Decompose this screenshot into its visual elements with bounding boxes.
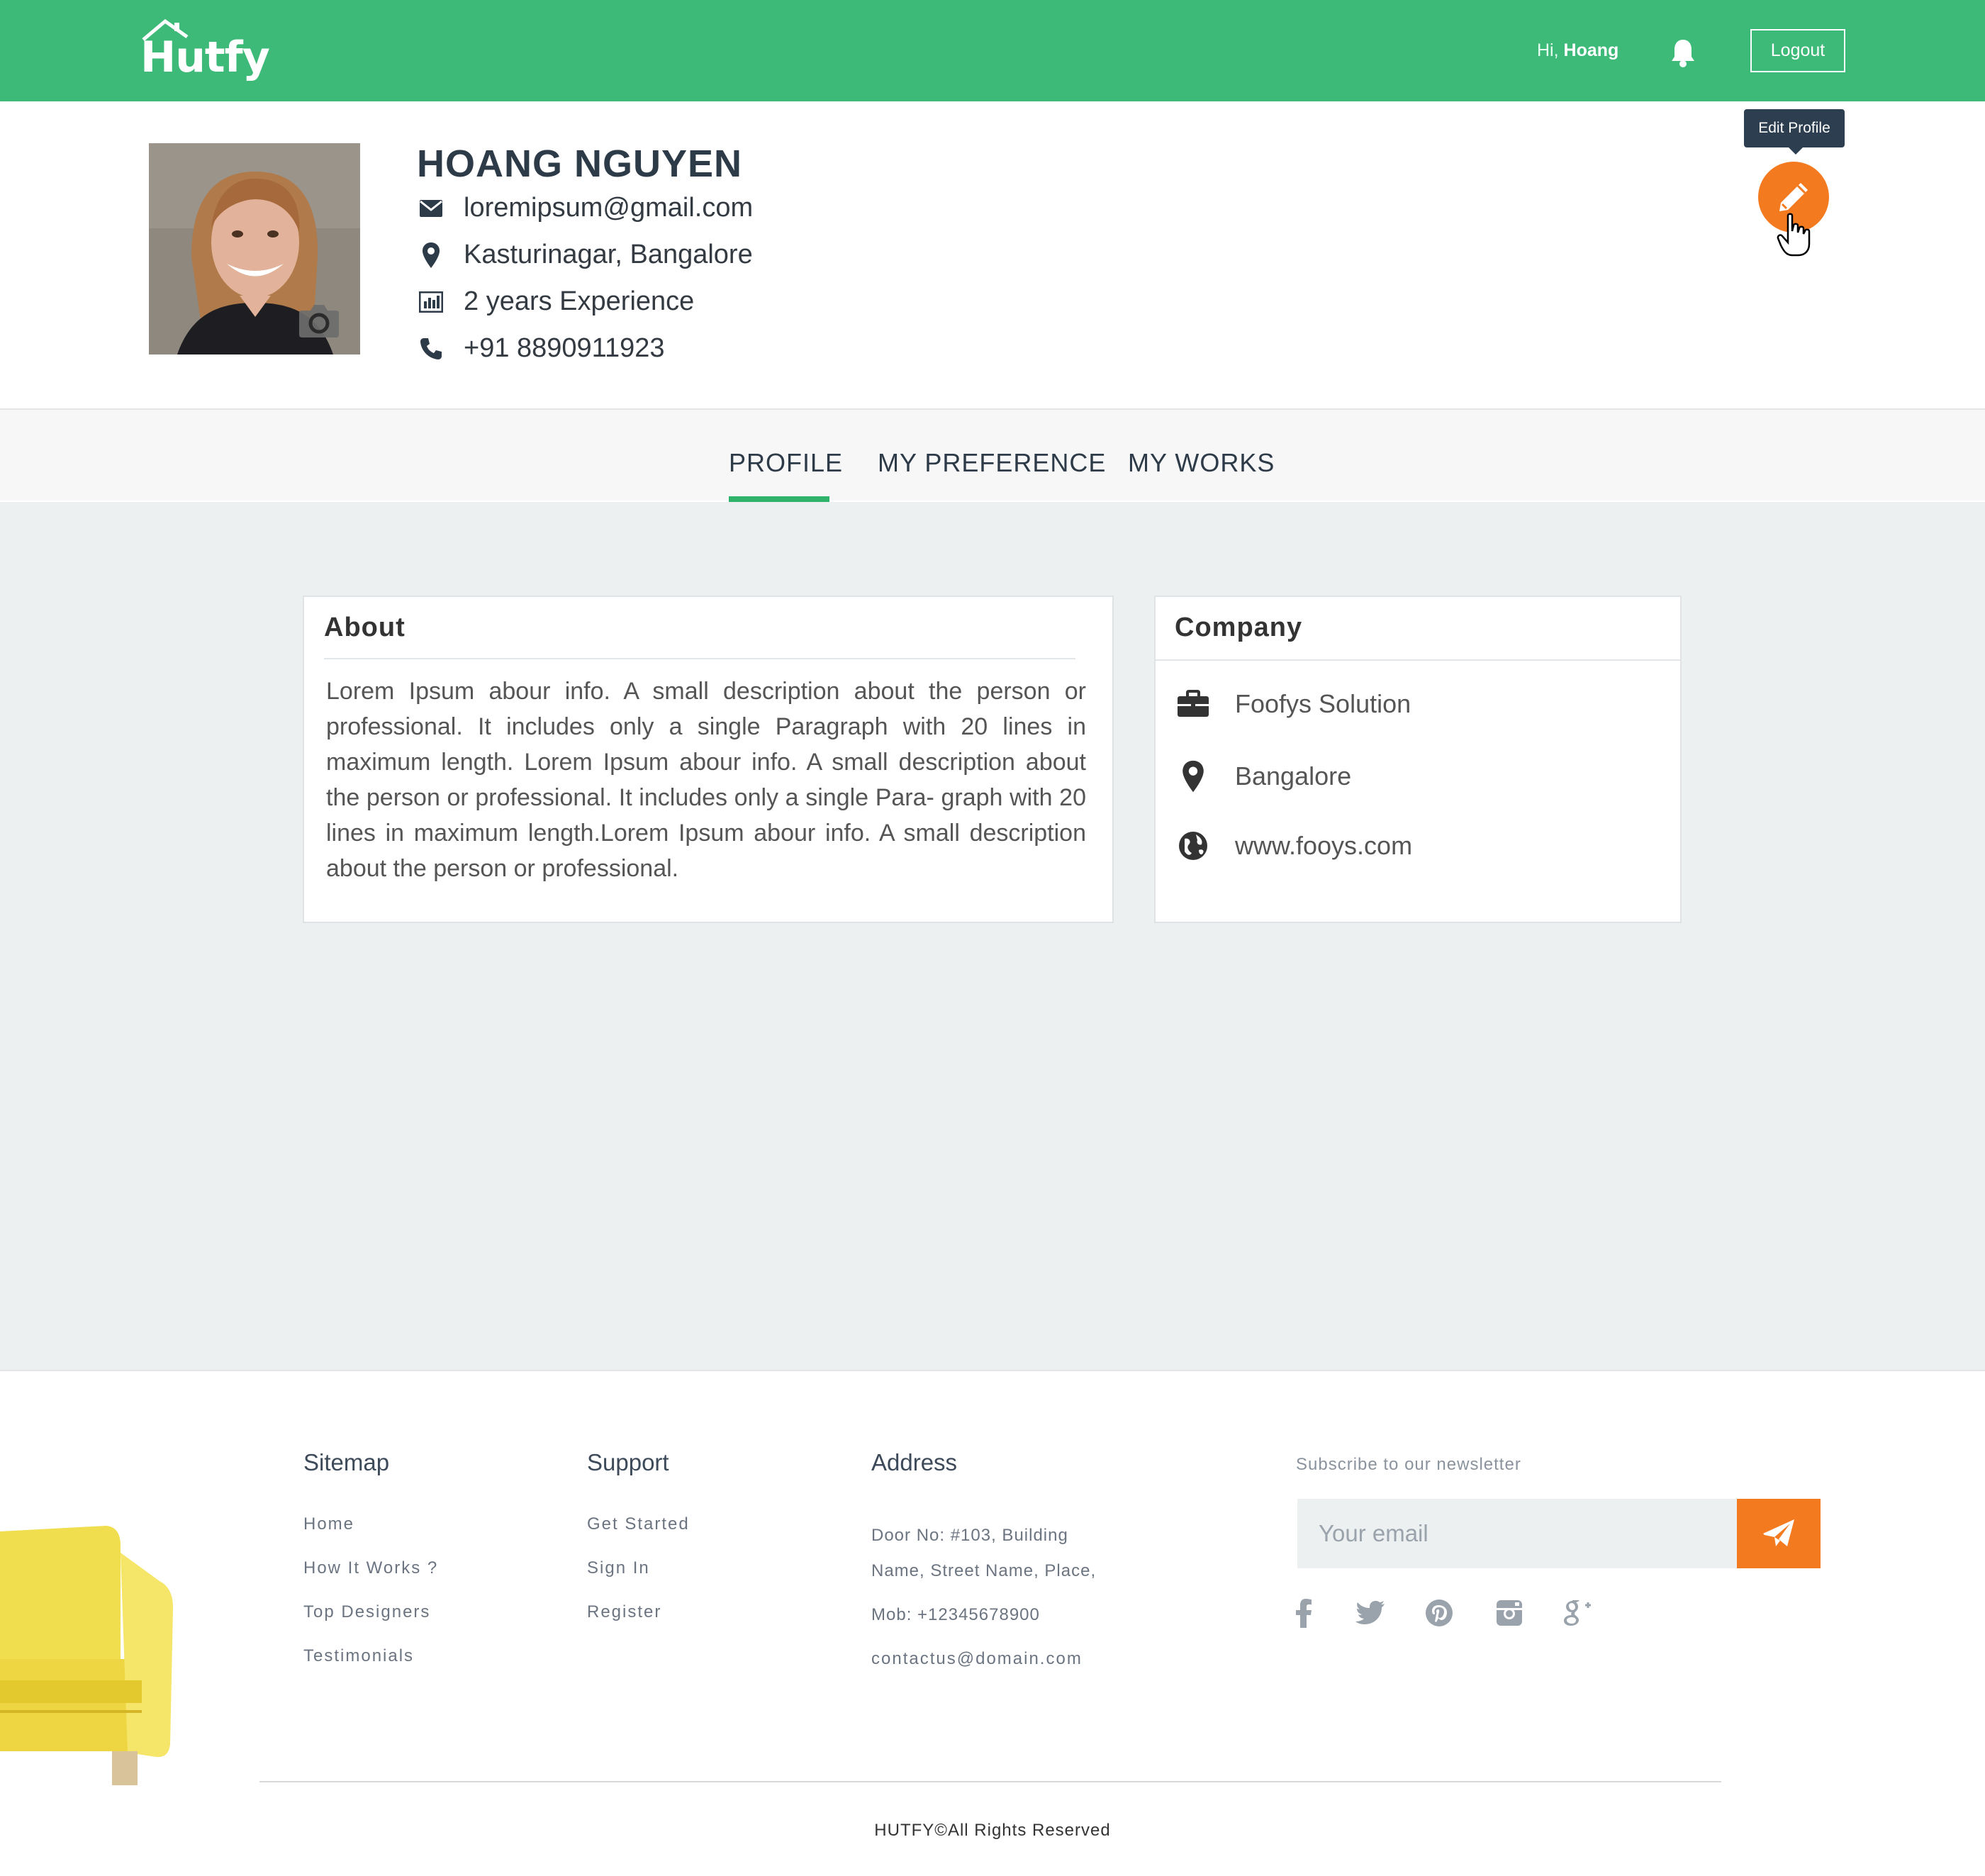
company-website[interactable]: www.fooys.com [1235,831,1412,861]
yellow-sofa-image [0,1526,174,1785]
copyright-text: HUTFY©All Rights Reserved [874,1821,1111,1840]
footer-address-line-2: Name, Street Name, Place, [871,1561,1097,1580]
newsletter-label: Subscribe to our newsletter [1296,1455,1521,1474]
footer-link-home[interactable]: Home [303,1514,354,1534]
experience-row: 2 years Experience [417,286,694,317]
greeting-prefix: Hi, [1537,40,1559,60]
profile-email: loremipsum@gmail.com [464,193,754,223]
footer-address-mobile: Mob: +12345678900 [871,1605,1040,1624]
company-title: Company [1175,613,1303,642]
facebook-icon[interactable] [1287,1597,1320,1629]
footer-link-register[interactable]: Register [587,1602,661,1622]
profile-location: Kasturinagar, Bangalore [464,240,753,269]
company-name: Foofys Solution [1235,689,1411,718]
company-name-row: Foofys Solution [1175,686,1411,722]
newsletter-send-button[interactable] [1737,1499,1821,1568]
google-plus-icon[interactable] [1562,1597,1595,1629]
footer-link-get-started[interactable]: Get Started [587,1514,690,1534]
profile-experience: 2 years Experience [464,286,695,316]
house-roof-icon [142,18,189,41]
greeting-username: Hoang [1563,40,1619,60]
phone-row: +91 8890911923 [417,333,665,364]
about-divider [324,658,1075,659]
profile-phone: +91 8890911923 [464,333,665,363]
email-row: loremipsum@gmail.com [417,193,753,223]
bar-chart-icon [417,288,445,316]
footer-link-testimonials[interactable]: Testimonials [303,1646,414,1666]
footer-address-line-1: Door No: #103, Building [871,1526,1068,1545]
about-description: Lorem Ipsum abour info. A small descript… [326,678,1086,882]
tab-my-works[interactable]: MY WORKS [1128,448,1275,478]
footer-link-top-designers[interactable]: Top Designers [303,1602,430,1622]
footer-divider [259,1781,1721,1782]
company-website-row: www.fooys.com [1175,828,1412,864]
user-greeting: Hi, Hoang [1537,40,1618,61]
bell-icon[interactable] [1669,37,1697,68]
pinterest-icon[interactable] [1423,1597,1455,1629]
pencil-icon [1779,183,1808,211]
footer-address-title: Address [871,1449,958,1475]
hutfy-logo[interactable]: Hutfy [140,18,270,82]
globe-icon [1175,828,1211,864]
footer-link-how-it-works[interactable]: How It Works ? [303,1558,438,1578]
hand-cursor-icon [1777,213,1811,257]
phone-icon [417,335,445,363]
briefcase-icon [1175,686,1211,722]
edit-profile-tooltip: Edit Profile [1744,109,1845,155]
instagram-icon[interactable] [1493,1597,1526,1629]
footer-sitemap-title: Sitemap [303,1449,390,1475]
company-divider [1156,659,1680,661]
profile-name: HOANG NGUYEN [417,143,743,185]
location-row: Kasturinagar, Bangalore [417,240,753,270]
footer-support-title: Support [587,1449,669,1475]
footer-address-email[interactable]: contactus@domain.com [871,1649,1083,1669]
envelope-icon [417,194,445,223]
about-title: About [324,613,406,642]
company-city-row: Bangalore [1175,759,1351,794]
tab-my-preference[interactable]: MY PREFERENCE [878,448,1106,478]
newsletter-email-input[interactable] [1297,1499,1737,1568]
tab-profile[interactable]: PROFILE [729,448,843,478]
top-navbar: Hutfy Hi, Hoang Logout [0,0,1985,101]
map-pin-icon [1175,759,1211,794]
camera-icon[interactable] [296,301,342,339]
paper-plane-icon [1763,1519,1794,1546]
logout-button[interactable]: Logout [1750,29,1845,72]
map-pin-icon [417,241,445,269]
company-city: Bangalore [1235,761,1352,791]
twitter-icon[interactable] [1354,1597,1387,1629]
footer-link-sign-in[interactable]: Sign In [587,1558,650,1578]
